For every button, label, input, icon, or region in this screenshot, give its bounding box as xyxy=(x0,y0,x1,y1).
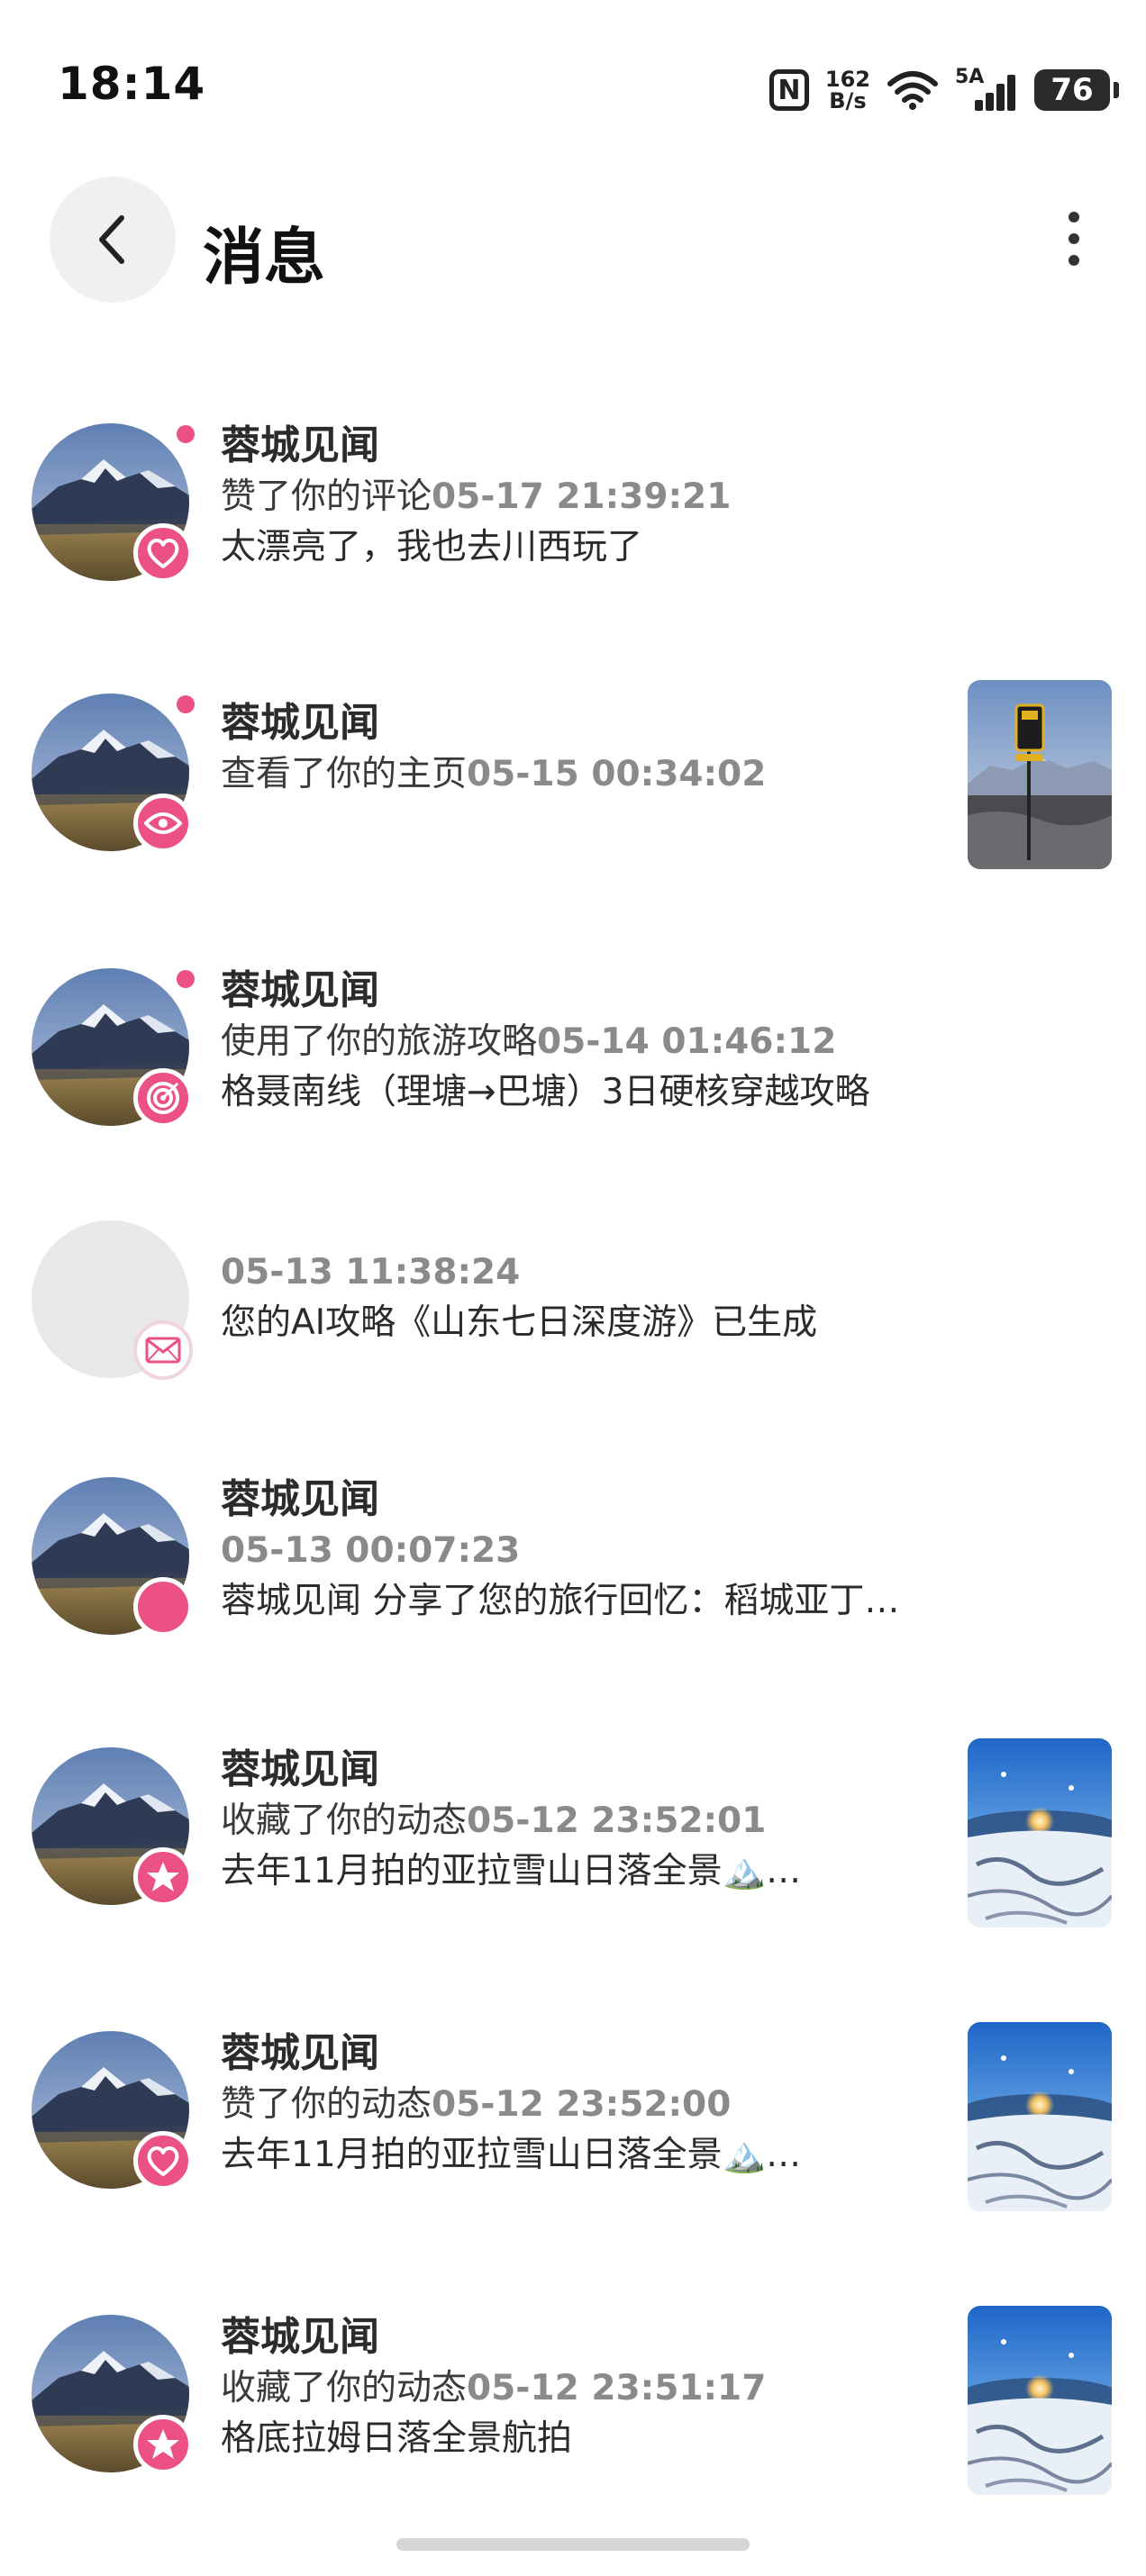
message-timestamp: 05-14 01:46:12 xyxy=(537,1021,837,1062)
post-thumbnail[interactable] xyxy=(968,2306,1112,2495)
wifi-icon xyxy=(887,71,938,110)
sender-name: 蓉城见闻 xyxy=(221,967,379,1013)
sender-name: 蓉城见闻 xyxy=(221,2030,379,2076)
more-dot-icon xyxy=(1069,233,1079,244)
mail-icon xyxy=(133,1320,193,1380)
top-app-bar: 消息 xyxy=(0,171,1146,306)
message-text: 蓉城见闻 赞了你的评论05-17 21:39:21 太漂亮了，我也去川西玩了 xyxy=(221,420,921,573)
message-content: 格聂南线（理塘→巴塘）3日硬核穿越攻略 xyxy=(221,1072,870,1112)
message-meta: 赞了你的动态05-12 23:52:00 xyxy=(221,2080,921,2130)
message-text: 蓉城见闻 赞了你的动态05-12 23:52:00 去年11月拍的亚拉雪山日落全… xyxy=(221,2027,921,2181)
cellular-signal-icon: 5A xyxy=(955,66,1018,113)
message-content: 去年11月拍的亚拉雪山日落全景🏔️… xyxy=(221,1851,802,1891)
message-text: 05-13 11:38:24 您的AI攻略《山东七日深度游》已生成 xyxy=(221,1247,921,1348)
message-timestamp: 05-12 23:52:00 xyxy=(432,2084,732,2125)
message-action: 赞了你的动态 xyxy=(221,2084,432,2125)
status-time: 18:14 xyxy=(58,58,206,110)
message-content: 太漂亮了，我也去川西玩了 xyxy=(221,527,643,567)
message-action: 查看了你的主页 xyxy=(221,754,468,794)
more-dot-icon xyxy=(1069,255,1079,266)
sender-name: 蓉城见闻 xyxy=(221,700,379,746)
message-timestamp: 05-12 23:51:17 xyxy=(467,2368,767,2408)
avatar[interactable] xyxy=(32,2315,193,2474)
message-timestamp: 05-12 23:52:01 xyxy=(467,1800,767,1841)
message-meta: 05-13 11:38:24 xyxy=(221,1247,921,1298)
unread-dot xyxy=(177,695,195,713)
message-meta: 使用了你的旅游攻略05-14 01:46:12 xyxy=(221,1017,921,1067)
sender-name: 蓉城见闻 xyxy=(221,1476,379,1522)
message-item[interactable]: 蓉城见闻 赞了你的评论05-17 21:39:21 太漂亮了，我也去川西玩了 xyxy=(0,420,1146,621)
message-meta: 收藏了你的动态05-12 23:52:01 xyxy=(221,1796,921,1846)
message-content: 蓉城见闻 分享了您的旅行回忆：稻城亚丁：雪域… xyxy=(221,1581,921,1621)
message-content: 您的AI攻略《山东七日深度游》已生成 xyxy=(221,1302,818,1343)
avatar[interactable] xyxy=(32,1220,193,1380)
message-item[interactable]: 蓉城见闻 收藏了你的动态05-12 23:51:17 格底拉姆日落全景航拍 xyxy=(0,2306,1146,2513)
heart-icon xyxy=(133,523,193,583)
heart-icon xyxy=(133,2131,193,2191)
message-timestamp: 05-13 00:07:23 xyxy=(221,1530,521,1571)
avatar[interactable] xyxy=(32,423,195,583)
message-text: 蓉城见闻 收藏了你的动态05-12 23:51:17 格底拉姆日落全景航拍 xyxy=(221,2311,921,2464)
home-indicator[interactable] xyxy=(396,2538,750,2551)
page-title: 消息 xyxy=(203,222,326,294)
more-options-button[interactable] xyxy=(1038,198,1110,279)
post-thumbnail[interactable] xyxy=(968,1738,1112,1927)
message-meta: 赞了你的评论05-17 21:39:21 xyxy=(221,472,921,522)
eye-icon xyxy=(133,794,193,853)
message-item[interactable]: 蓉城见闻 收藏了你的动态05-12 23:52:01 去年11月拍的亚拉雪山日落… xyxy=(0,1738,1146,1946)
post-thumbnail[interactable] xyxy=(968,680,1112,869)
avatar[interactable] xyxy=(32,1747,193,1907)
message-meta: 查看了你的主页05-15 00:34:02 xyxy=(221,749,921,800)
network-speed: 162 B/s xyxy=(825,68,870,112)
message-action: 赞了你的评论 xyxy=(221,476,432,517)
message-meta: 收藏了你的动态05-12 23:51:17 xyxy=(221,2363,921,2414)
message-text: 蓉城见闻 查看了你的主页05-15 00:34:02 xyxy=(221,697,921,800)
message-item[interactable]: 蓉城见闻 赞了你的动态05-12 23:52:00 去年11月拍的亚拉雪山日落全… xyxy=(0,2022,1146,2229)
message-item[interactable]: 05-13 11:38:24 您的AI攻略《山东七日深度游》已生成 xyxy=(0,1220,1146,1419)
back-button[interactable] xyxy=(50,177,176,303)
message-action: 收藏了你的动态 xyxy=(221,2368,468,2408)
sender-name: 蓉城见闻 xyxy=(221,2314,379,2360)
avatar[interactable] xyxy=(32,2031,193,2191)
message-item[interactable]: 蓉城见闻 使用了你的旅游攻略05-14 01:46:12 格聂南线（理塘→巴塘）… xyxy=(0,965,1146,1166)
chevron-left-icon xyxy=(99,215,124,264)
message-text: 蓉城见闻 收藏了你的动态05-12 23:52:01 去年11月拍的亚拉雪山日落… xyxy=(221,1744,921,1897)
message-timestamp: 05-15 00:34:02 xyxy=(467,754,767,794)
message-content: 去年11月拍的亚拉雪山日落全景🏔️… xyxy=(221,2135,802,2175)
battery-icon: 76 xyxy=(1034,69,1119,111)
message-timestamp: 05-17 21:39:21 xyxy=(432,476,732,517)
message-item[interactable]: 蓉城见闻 05-13 00:07:23 蓉城见闻 分享了您的旅行回忆：稻城亚丁：… xyxy=(0,1474,1146,1675)
message-text: 蓉城见闻 使用了你的旅游攻略05-14 01:46:12 格聂南线（理塘→巴塘）… xyxy=(221,965,921,1118)
sender-name: 蓉城见闻 xyxy=(221,422,379,468)
message-item[interactable]: 蓉城见闻 查看了你的主页05-15 00:34:02 xyxy=(0,680,1146,892)
share-icon xyxy=(133,1577,193,1637)
post-thumbnail[interactable] xyxy=(968,2022,1112,2211)
nfc-icon: N xyxy=(769,69,809,111)
unread-dot xyxy=(177,425,195,443)
message-meta: 05-13 00:07:23 xyxy=(221,1526,921,1576)
avatar[interactable] xyxy=(32,1477,193,1637)
message-action: 收藏了你的动态 xyxy=(221,1800,468,1841)
target-icon xyxy=(133,1068,193,1128)
signal-label: 5A xyxy=(955,66,985,88)
sender-name: 蓉城见闻 xyxy=(221,1746,379,1792)
avatar[interactable] xyxy=(32,968,195,1128)
star-icon xyxy=(133,1847,193,1907)
message-content: 格底拉姆日落全景航拍 xyxy=(221,2418,573,2459)
network-speed-value: 162 xyxy=(824,67,870,92)
star-icon xyxy=(133,2415,193,2474)
unread-dot xyxy=(177,970,195,988)
status-bar: 18:14 N 162 B/s 5A 76 xyxy=(0,0,1146,171)
message-timestamp: 05-13 11:38:24 xyxy=(221,1252,521,1293)
avatar[interactable] xyxy=(32,694,195,853)
system-icons: N 162 B/s 5A 76 xyxy=(769,63,1119,117)
network-speed-unit: B/s xyxy=(829,88,867,113)
message-text: 蓉城见闻 05-13 00:07:23 蓉城见闻 分享了您的旅行回忆：稻城亚丁：… xyxy=(221,1474,921,1627)
message-action: 使用了你的旅游攻略 xyxy=(221,1021,538,1062)
more-dot-icon xyxy=(1069,212,1079,222)
